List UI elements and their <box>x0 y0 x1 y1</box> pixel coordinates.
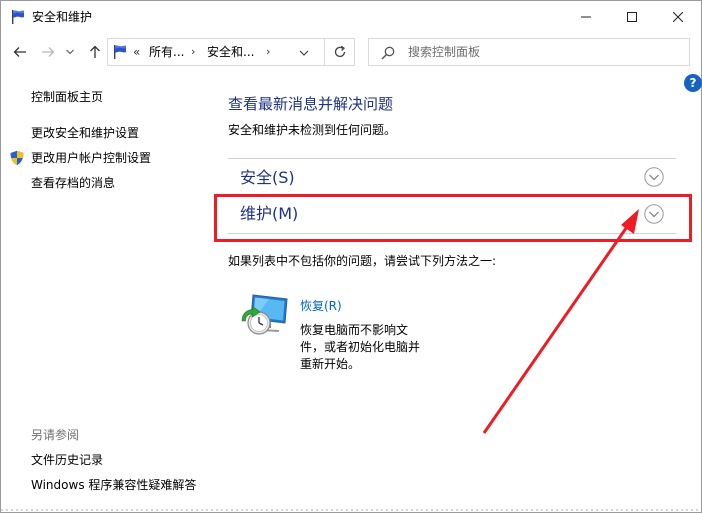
see-also-heading: 另请参阅 <box>31 428 80 442</box>
try-options-text: 如果列表中不包括你的问题，请尝试下列方法之一: <box>228 254 497 268</box>
recovery-link[interactable]: 恢复(R) <box>300 299 342 313</box>
navigation-bar: « 所有... › 安全和... › 搜索控制面板 <box>1 32 701 72</box>
page-title: 查看最新消息并解决问题 <box>228 95 394 113</box>
dotted-edge <box>1 509 701 511</box>
see-also-compat-troubleshooter[interactable]: Windows 程序兼容性疑难解答 <box>31 478 196 492</box>
search-input[interactable]: 搜索控制面板 <box>368 38 690 66</box>
refresh-icon <box>334 45 345 58</box>
flag-icon <box>114 45 126 59</box>
minimize-icon <box>581 16 591 17</box>
sidebar-item-view-archived-messages[interactable]: 查看存档的消息 <box>31 176 115 190</box>
title-bar: 安全和维护 <box>1 1 701 32</box>
recent-locations-button[interactable] <box>64 42 76 62</box>
chevron-down-icon <box>66 49 74 55</box>
arrow-right-icon <box>42 47 55 57</box>
section-security-header[interactable]: 安全(S) <box>240 168 295 188</box>
address-bar[interactable]: « 所有... › 安全和... › <box>107 38 325 66</box>
divider <box>228 158 676 159</box>
control-panel-window: 安全和维护 « 所有... › 安全和... › 搜索控制面板 ? 控制面板主页… <box>0 0 702 513</box>
refresh-button[interactable] <box>325 38 355 66</box>
flag-icon <box>12 10 24 24</box>
back-button[interactable] <box>10 42 30 62</box>
window-title: 安全和维护 <box>32 10 93 24</box>
sidebar-item-change-security-settings[interactable]: 更改安全和维护设置 <box>31 126 139 140</box>
search-icon <box>381 46 395 60</box>
chevron-down-icon[interactable] <box>298 47 310 59</box>
uac-shield-icon <box>10 150 24 166</box>
sidebar-item-control-panel-home[interactable]: 控制面板主页 <box>31 90 103 104</box>
recovery-icon <box>241 294 288 335</box>
status-text: 安全和维护未检测到任何问题。 <box>228 123 397 137</box>
breadcrumb-separator[interactable]: › <box>266 45 270 59</box>
chevron-down-circle-icon[interactable] <box>644 167 664 187</box>
overflow-chevron[interactable]: « <box>133 45 140 59</box>
breadcrumb-all-items[interactable]: 所有... <box>149 45 184 59</box>
close-icon <box>673 11 683 22</box>
forward-button[interactable] <box>38 42 58 62</box>
breadcrumb-security-maintenance[interactable]: 安全和... <box>207 45 254 59</box>
see-also-file-history[interactable]: 文件历史记录 <box>31 453 103 467</box>
arrow-left-icon <box>13 47 26 57</box>
annotation-arrow <box>482 209 639 434</box>
close-button[interactable] <box>655 1 701 32</box>
maximize-icon <box>627 11 637 22</box>
recovery-description: 恢复电脑而不影响文件，或者初始化电脑并重新开始。 <box>300 323 421 371</box>
up-button[interactable] <box>85 42 105 62</box>
maximize-button[interactable] <box>609 1 655 32</box>
arrow-up-icon <box>90 45 100 58</box>
search-placeholder: 搜索控制面板 <box>408 45 481 59</box>
breadcrumb-separator[interactable]: › <box>191 45 195 59</box>
minimize-button[interactable] <box>563 1 609 32</box>
sidebar-item-change-uac-settings[interactable]: 更改用户帐户控制设置 <box>31 151 151 165</box>
help-icon[interactable]: ? <box>684 74 702 92</box>
